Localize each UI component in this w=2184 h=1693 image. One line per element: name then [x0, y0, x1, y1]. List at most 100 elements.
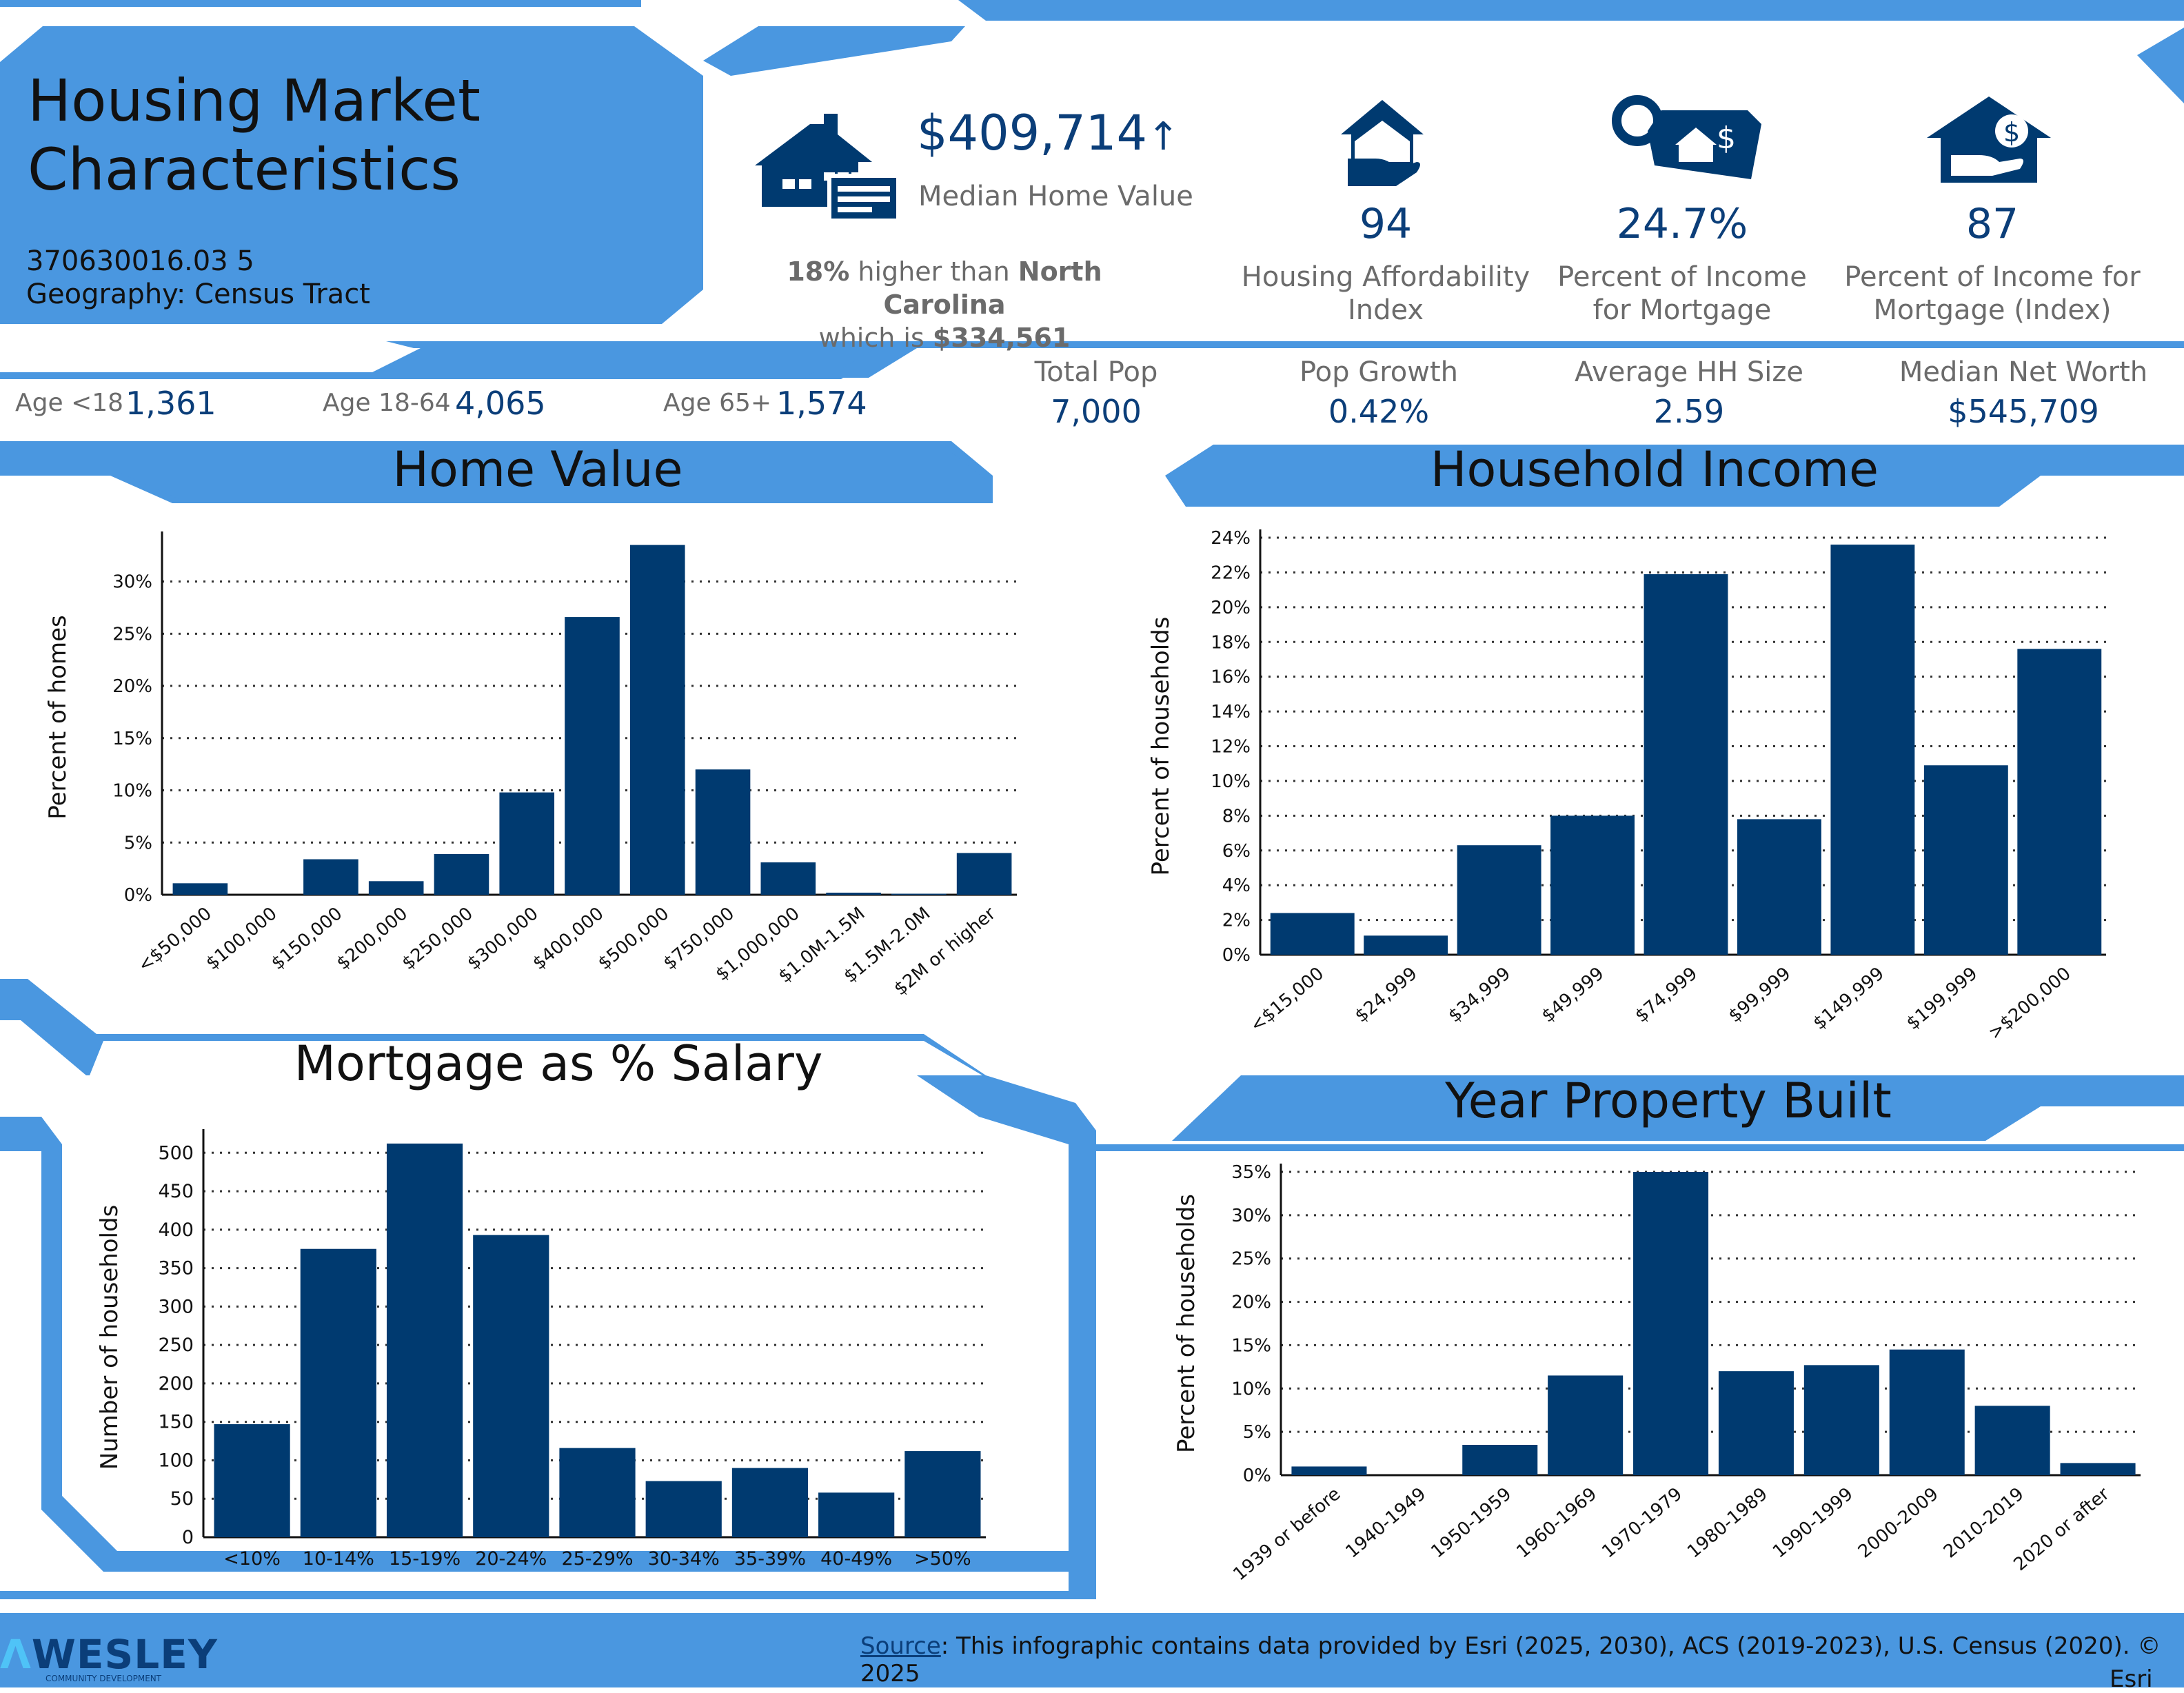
x-tick-label: <$15,000: [1246, 963, 1328, 1036]
median-net-worth-label: Median Net Worth: [1899, 356, 2148, 388]
median-home-label: Median Home Value: [918, 181, 1193, 212]
x-tick-label: $400,000: [529, 903, 607, 974]
y-tick-label: 400: [158, 1219, 194, 1241]
source-note-line2: Esri: [2110, 1665, 2153, 1693]
x-tick-label: <$50,000: [134, 903, 216, 976]
y-tick-label: 0%: [1222, 945, 1251, 966]
geography-label: Geography: Census Tract: [26, 278, 370, 310]
y-tick-label: 14%: [1211, 702, 1251, 722]
compare-text: higher than: [858, 256, 1010, 287]
median-home-value-text: $409,714: [917, 105, 1148, 161]
y-tick-label: 10%: [1211, 771, 1251, 792]
chart-bar: [172, 883, 228, 895]
y-tick-label: 350: [158, 1258, 194, 1279]
income-mortgage-index-label-line1: Percent of Income for: [1844, 261, 2141, 293]
y-tick-label: 150: [158, 1412, 194, 1433]
house-dollar-hand-icon: $: [1923, 93, 2054, 190]
affordability-label-line2: Index: [1347, 294, 1424, 326]
x-tick-label: 1950-1959: [1427, 1483, 1515, 1562]
median-net-worth-value: $545,709: [1948, 393, 2099, 430]
y-tick-label: 0%: [124, 885, 152, 906]
chart-bar: [386, 1143, 463, 1537]
y-tick-label: 200: [158, 1373, 194, 1395]
x-tick-label: 10-14%: [303, 1548, 374, 1570]
chart-bar: [565, 617, 620, 895]
y-tick-label: 8%: [1222, 806, 1251, 827]
y-tick-label: 4%: [1222, 875, 1251, 896]
y-tick-label: 6%: [1222, 841, 1251, 862]
y-tick-label: 2%: [1222, 911, 1251, 931]
y-tick-label: 20%: [112, 676, 152, 697]
mortgage-salary-title: Mortgage as % Salary: [294, 1035, 823, 1092]
household-income-title: Household Income: [1430, 441, 1879, 498]
age-65plus-label: Age 65+: [663, 389, 772, 417]
chart-bar: [300, 1248, 376, 1537]
x-tick-label: >$200,000: [1985, 963, 2075, 1044]
y-tick-label: 30%: [1231, 1206, 1271, 1226]
chart-bar: [1291, 1466, 1367, 1475]
svg-text:$: $: [2003, 117, 2020, 148]
x-tick-label: $74,999: [1631, 963, 1701, 1026]
x-tick-label: 1940-1949: [1342, 1483, 1430, 1562]
home-value-title: Home Value: [392, 441, 683, 498]
house-invoice-icon: [748, 110, 900, 221]
affordability-index-value: 94: [1359, 200, 1413, 248]
income-mortgage-index-label-line2: Mortgage (Index): [1873, 294, 2112, 326]
chart-bar: [2060, 1463, 2136, 1475]
chart-bar: [434, 853, 489, 895]
age-18-64-value: 4,065: [455, 385, 546, 422]
x-tick-label: $149,999: [1810, 963, 1888, 1034]
year-built-chart: 0% 5% 10% 15% 20% 25% 30% 35% Percent of househo…: [1173, 1162, 2141, 1585]
age-under18-label: Age <18: [15, 389, 124, 417]
pop-growth-value: 0.42%: [1328, 393, 1430, 430]
chart-bar: [818, 1492, 895, 1537]
x-tick-label: 20-24%: [475, 1548, 547, 1570]
state-comparison: 18% higher than North Carolina which is …: [731, 255, 1158, 354]
y-tick-label: 20%: [1231, 1292, 1271, 1313]
chart-bar: [559, 1448, 636, 1537]
chart-bar: [1737, 819, 1821, 955]
chart-bar: [1633, 1172, 1709, 1475]
income-mortgage-label-line1: Percent of Income: [1557, 261, 1807, 293]
y-axis-label: Number of households: [96, 1205, 123, 1470]
house-hand-icon: [1334, 93, 1430, 190]
chart-bar: [1803, 1365, 1879, 1475]
chart-bar: [499, 792, 555, 895]
x-tick-label: 1939 or before: [1229, 1483, 1344, 1585]
source-link[interactable]: Source: [860, 1632, 941, 1660]
x-tick-label: $150,000: [267, 903, 346, 974]
tract-id: 370630016.03 5: [26, 245, 254, 277]
x-tick-label: 35-39%: [734, 1548, 806, 1570]
y-tick-label: 22%: [1211, 562, 1251, 583]
y-tick-label: 50: [170, 1488, 194, 1510]
x-tick-label: $250,000: [398, 903, 477, 974]
chart-bar: [1718, 1371, 1794, 1475]
y-tick-label: 5%: [124, 833, 152, 853]
chart-bar: [1270, 913, 1355, 955]
y-tick-label: 5%: [1243, 1422, 1271, 1443]
compare-pct: 18%: [787, 256, 850, 287]
x-tick-label: >50%: [914, 1548, 971, 1570]
x-tick-label: 1960-1969: [1513, 1483, 1601, 1562]
x-tick-label: 1990-1999: [1769, 1483, 1857, 1562]
income-mortgage-value: 24.7%: [1616, 200, 1748, 248]
up-arrow-icon: ↑: [1147, 114, 1180, 159]
chart-bar: [1830, 545, 1915, 955]
x-tick-label: 2000-2009: [1854, 1483, 1943, 1562]
chart-bar: [891, 893, 947, 895]
chart-bar: [1462, 1445, 1538, 1475]
y-tick-label: 10%: [112, 781, 152, 802]
chart-bar: [1923, 765, 2008, 955]
y-tick-label: 450: [158, 1181, 194, 1202]
y-tick-label: 10%: [1231, 1379, 1271, 1399]
chart-bar: [1889, 1349, 1965, 1475]
chart-bar: [645, 1481, 722, 1537]
chart-bar: [303, 859, 358, 895]
y-axis-label: Percent of homes: [44, 615, 72, 819]
chart-bar: [956, 853, 1012, 895]
x-tick-label: $500,000: [594, 903, 673, 974]
x-tick-label: $300,000: [463, 903, 542, 974]
affordability-label-line1: Housing Affordability: [1241, 261, 1530, 293]
y-tick-label: 15%: [112, 729, 152, 749]
income-mortgage-index-label: Percent of Income for Mortgage (Index): [1820, 261, 2165, 327]
